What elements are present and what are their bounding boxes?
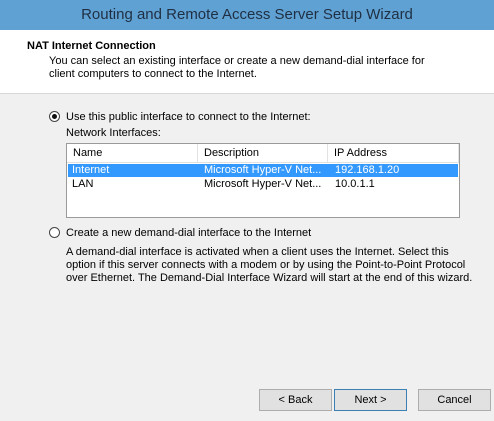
row-ip: 192.168.1.20 — [335, 164, 400, 176]
column-ip-address[interactable]: IP Address — [328, 144, 459, 162]
cancel-button[interactable]: Cancel — [418, 389, 491, 411]
row-description: Microsoft Hyper-V Net... — [204, 178, 322, 190]
public-interface-radio[interactable] — [49, 111, 60, 122]
list-header: Name Description IP Address — [67, 144, 459, 163]
title-bar: Routing and Remote Access Server Setup W… — [0, 0, 494, 30]
row-ip: 10.0.1.1 — [335, 178, 375, 190]
row-description: Microsoft Hyper-V Net... — [204, 164, 322, 176]
interface-row-internet[interactable]: Internet Microsoft Hyper-V Net... 192.16… — [68, 164, 458, 177]
demand-dial-description: A demand-dial interface is activated whe… — [66, 246, 473, 284]
demand-dial-radio[interactable] — [49, 227, 60, 238]
row-name: Internet — [72, 164, 110, 176]
row-name: LAN — [72, 178, 94, 190]
window-title: Routing and Remote Access Server Setup W… — [81, 6, 413, 23]
column-name[interactable]: Name — [67, 144, 198, 162]
public-interface-label[interactable]: Use this public interface to connect to … — [66, 111, 311, 123]
page-subtitle: You can select an existing interface or … — [49, 55, 425, 80]
wizard-header: NAT Internet Connection You can select a… — [0, 30, 494, 94]
page-title: NAT Internet Connection — [27, 40, 156, 52]
back-button[interactable]: < Back — [259, 389, 332, 411]
interface-row-lan[interactable]: LAN Microsoft Hyper-V Net... 10.0.1.1 — [68, 178, 458, 191]
next-button[interactable]: Next > — [334, 389, 407, 411]
demand-dial-label[interactable]: Create a new demand-dial interface to th… — [66, 227, 311, 239]
network-interfaces-label: Network Interfaces: — [66, 127, 161, 139]
column-description[interactable]: Description — [198, 144, 328, 162]
network-interfaces-list[interactable]: Name Description IP Address Internet Mic… — [66, 143, 460, 218]
